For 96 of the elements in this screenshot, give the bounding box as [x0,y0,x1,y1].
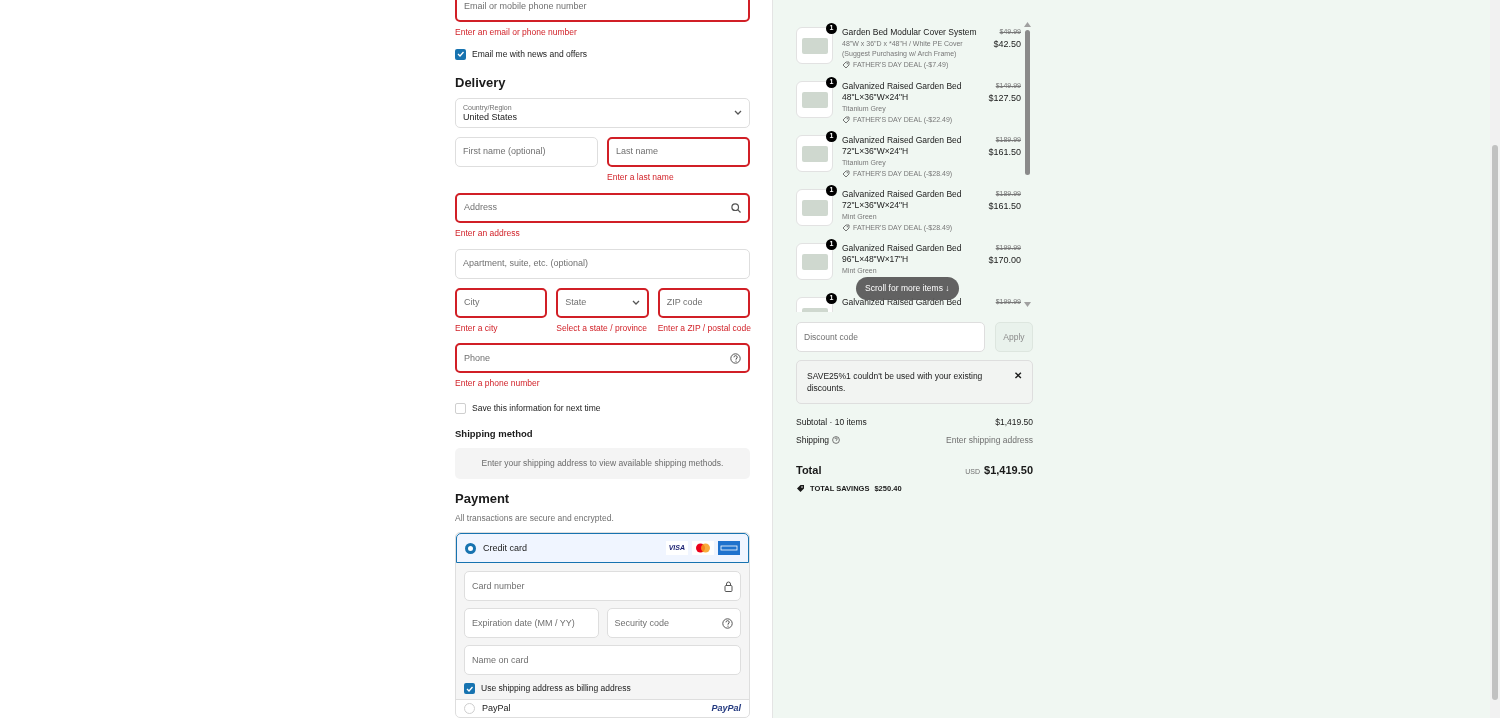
mastercard-logo-icon [692,541,714,556]
field-value: United States [463,112,518,123]
input-field[interactable]: Card number [464,571,741,602]
product-title: Galvanized Raised Garden Bed 96"L×48"W×17"H [842,243,963,265]
paypal-logo: PayPal [711,701,741,715]
placeholder-text: ZIP code [666,295,703,309]
product-photo-placeholder [801,199,828,216]
help-icon [832,436,841,445]
placeholder-text: Email or mobile phone number [464,0,587,14]
placeholder-text: State [565,295,587,309]
sale-price: $170.00 [988,253,1021,267]
chevron-down-icon [631,299,640,306]
payment-option[interactable]: PayPal PayPal [456,699,749,717]
placeholder-text: Address [464,201,498,214]
placeholder-text: City [464,295,480,309]
help-icon [730,352,741,364]
input-field[interactable]: Name on card [464,645,741,676]
discount-code-field[interactable]: Discount code [796,322,985,352]
sale-price: $161.50 [988,145,1021,159]
input-field[interactable]: Last name [607,137,750,167]
tag-icon [842,61,850,70]
section-heading: Shipping method [455,426,534,441]
input-field[interactable]: City [455,287,548,318]
close-button[interactable]: ✕ [1014,370,1022,382]
placeholder-text: Discount code [804,330,858,344]
section-heading: Payment [455,490,511,508]
checkbox-label: Email me with news and offers [472,47,588,61]
input-field[interactable]: First name (optional) [455,137,598,167]
error-message: Enter an email or phone number [455,26,578,39]
checkmark-icon [457,51,464,58]
error-message: Enter an address [455,226,521,240]
checkmark-icon [466,685,473,692]
product-title: Galvanized Raised Garden Bed [842,297,963,308]
apply-button[interactable]: Apply [995,322,1033,352]
placeholder-text: Name on card [472,653,529,667]
checkbox-label: Save this information for next time [472,402,601,415]
input-field[interactable]: Email or mobile phone number [455,0,750,22]
placeholder-text: First name (optional) [463,145,546,159]
shipping-notice: Enter your shipping address to view available shipping methods. [455,448,750,479]
tag-icon [796,484,805,494]
scroll-down-arrow-icon [1024,302,1031,307]
checkbox[interactable] [464,683,475,695]
placeholder-text: Phone [464,351,491,365]
tag-icon [842,224,850,233]
checkbox[interactable] [455,402,466,414]
search-icon [731,202,741,213]
lock-icon [724,580,733,592]
help-icon [722,617,733,629]
payment-subtitle: All transactions are secure and encrypted. [455,511,615,525]
error-message: Enter a city [455,321,499,335]
tag-icon [842,116,850,125]
product-photo-placeholder [801,37,828,54]
input-field[interactable]: Address [455,192,750,223]
product-photo-placeholder [801,145,828,162]
checkbox[interactable] [455,48,466,60]
error-message: Select a state / province [556,321,649,335]
error-message: Enter a phone number [455,377,541,390]
product-photo-placeholder [801,91,828,108]
sale-price: $42.50 [993,37,1021,51]
input-field[interactable]: Apartment, suite, etc. (optional) [455,248,750,279]
total-value: $1,419.50 [984,462,1033,478]
alert-message: SAVE25%1 couldn't be used with your existing discounts. [807,370,984,394]
total-label: Total [796,462,822,478]
input-field[interactable]: Expiration date (MM / YY) [464,608,599,639]
product-title: Galvanized Raised Garden Bed 48"L×36"W×24"H [842,81,963,103]
page-scrollbar[interactable] [1490,0,1500,718]
select-field[interactable]: State [556,287,649,318]
radio-button[interactable] [465,542,476,554]
list-scrollbar[interactable] [1024,22,1031,307]
summary-label: Subtotal · 10 items [796,416,867,429]
product-photo-placeholder [801,253,828,270]
placeholder-text: Expiration date (MM / YY) [472,616,575,630]
summary-value: $1,419.50 [995,416,1033,429]
scroll-hint-pill[interactable]: Scroll for more items ↓ [856,277,959,300]
sale-price: $127.50 [988,91,1021,105]
amex-logo-icon [718,541,740,556]
placeholder-text: Card number [472,579,525,593]
product-title: Galvanized Raised Garden Bed 72"L×36"W×24"H [842,189,963,211]
placeholder-text: Last name [616,145,659,159]
input-field[interactable]: Security code [606,608,741,639]
sale-price: $161.50 [988,199,1021,213]
placeholder-text: Security code [614,616,670,630]
checkbox-label: Use shipping address as billing address [481,682,631,695]
error-message: Enter a ZIP / postal code [657,321,750,335]
error-message: Enter a last name [607,171,675,184]
section-heading: Delivery [455,73,507,92]
chevron-down-icon [734,110,742,116]
input-field[interactable]: Phone [455,343,750,374]
product-title: Galvanized Raised Garden Bed 72"L×36"W×24"H [842,135,963,157]
placeholder-text: Apartment, suite, etc. (optional) [463,256,589,270]
scroll-up-arrow-icon [1024,22,1031,27]
product-title: Garden Bed Modular Cover System [842,27,978,38]
tag-icon [842,170,850,179]
input-field[interactable]: ZIP code [657,287,750,318]
summary-label: Shipping [796,433,830,447]
summary-value: Enter shipping address [946,433,1033,447]
